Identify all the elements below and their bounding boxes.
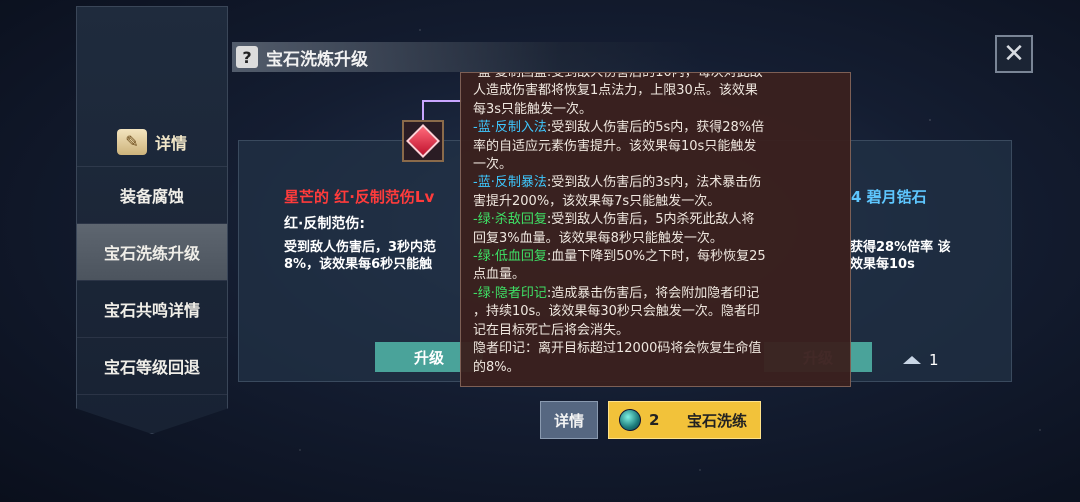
effect-text: 记在目标死亡后将会消失。 bbox=[473, 322, 630, 338]
sidebar-item-label: 装备腐蚀 bbox=[119, 187, 184, 206]
tooltip-line: -绿·低血回复:血量下降到50%之下时，每秒恢复25 bbox=[473, 248, 839, 266]
tooltip-line: 隐者印记：离开目标超过12000码将会恢复生命值 bbox=[473, 340, 839, 358]
detail-button[interactable]: 详情 bbox=[540, 401, 598, 439]
tooltip-line: 记在目标死亡后将会消失。 bbox=[473, 322, 839, 340]
sidebar-item-gem-refine-upgrade[interactable]: 宝石洗练升级 bbox=[77, 224, 227, 281]
tooltip-line: 每3s只能触发一次。 bbox=[473, 101, 839, 119]
sidebar-header: ✎ 详情 bbox=[77, 117, 227, 167]
effect-tag: -绿·隐者印记 bbox=[473, 285, 547, 301]
gem-slot[interactable] bbox=[402, 120, 444, 162]
effect-text: :受到敌人伤害后的5s内，获得28%倍 bbox=[546, 120, 765, 136]
sidebar-item-label: 宝石共鸣详情 bbox=[103, 301, 200, 320]
sidebar-item-gem-level-rollback[interactable]: 宝石等级回退 bbox=[77, 338, 227, 395]
close-icon: ✕ bbox=[1003, 39, 1025, 69]
help-icon[interactable]: ? bbox=[236, 46, 258, 68]
tooltip-line: 人造成伤害都将恢复1点法力，上限30点。该效果 bbox=[473, 82, 839, 100]
effect-text: 率的自适应元素伤害提升。该效果每10s只能触发 bbox=[473, 138, 757, 154]
effect-text: :受到敌人伤害后的3s内，法术暴击伤 bbox=[546, 175, 762, 191]
refine-cost: 2 bbox=[649, 411, 660, 429]
effect-text: :受到敌人伤害后，5内杀死此敌人将 bbox=[546, 212, 755, 228]
refine-button-label: 宝石洗练 bbox=[687, 411, 748, 430]
close-button[interactable]: ✕ bbox=[995, 35, 1033, 73]
refine-stone-icon bbox=[619, 409, 641, 431]
tooltip-line: 率的自适应元素伤害提升。该效果每10s只能触发 bbox=[473, 138, 839, 156]
tooltip-line: -蓝·反制入法:受到敌人伤害后的5s内，获得28%倍 bbox=[473, 119, 839, 137]
tooltip-line: 点血量。 bbox=[473, 266, 839, 284]
page-title: 宝石洗炼升级 bbox=[266, 49, 368, 70]
left-gem-description: 受到敌人伤害后，3秒内范 8%，该效果每6秒只能触 bbox=[284, 240, 437, 272]
gem-refine-button[interactable]: 2 宝石洗练 bbox=[608, 401, 761, 439]
right-gem-description: 获得28%倍率 该效果每10s bbox=[850, 240, 951, 272]
effect-text: 的8%。 bbox=[473, 359, 520, 375]
gem-effect-tooltip: -蓝·复制回蓝:受到敌人伤害后的10内，每次对此敌人造成伤害都将恢复1点法力，上… bbox=[460, 72, 851, 387]
effect-tag: -蓝·反制暴法 bbox=[473, 175, 547, 191]
tooltip-line: ，持续10s。该效果每30秒只会触发一次。隐者印 bbox=[473, 303, 839, 321]
sidebar-menu: ✎ 详情 装备腐蚀 宝石洗练升级 宝石共鸣详情 宝石等级回退 bbox=[77, 117, 227, 395]
effect-text: 回复3%血量。该效果每8秒只能触发一次。 bbox=[473, 230, 723, 246]
tooltip-line: -蓝·复制回蓝:受到敌人伤害后的10内，每次对此敌 bbox=[473, 72, 839, 82]
triangle-icon bbox=[903, 356, 921, 364]
gem-connector-line bbox=[422, 100, 462, 120]
material-count-value: 1 bbox=[929, 351, 939, 369]
left-gem-subtitle: 红·反制范伤: bbox=[284, 216, 365, 232]
effect-tag: -绿·低血回复 bbox=[473, 249, 547, 265]
effect-text: :血量下降到50%之下时，每秒恢复25 bbox=[546, 249, 766, 265]
effect-text: :造成暴击伤害后，将会附加隐者印记 bbox=[546, 285, 760, 301]
sidebar-item-label: 宝石洗练升级 bbox=[103, 244, 200, 263]
sidebar-item-label: 宝石等级回退 bbox=[103, 358, 200, 377]
effect-text: ，持续10s。该效果每30秒只会触发一次。隐者印 bbox=[473, 304, 760, 320]
right-gem-title: 4 碧月锆石 bbox=[851, 188, 927, 206]
scroll-icon: ✎ bbox=[116, 128, 147, 155]
effect-text: 害提升200%，该效果每7s只能触发一次。 bbox=[473, 193, 721, 209]
window-titlebar: ? 宝石洗炼升级 bbox=[232, 42, 702, 72]
sidebar-item-equipment-corrosion[interactable]: 装备腐蚀 bbox=[77, 167, 227, 224]
red-gem-icon bbox=[406, 124, 440, 158]
effect-text: 每3s只能触发一次。 bbox=[473, 101, 593, 117]
effect-text: 人造成伤害都将恢复1点法力，上限30点。该效果 bbox=[473, 83, 758, 99]
tooltip-line: -绿·隐者印记:造成暴击伤害后，将会附加隐者印记 bbox=[473, 285, 839, 303]
effect-text: 一次。 bbox=[473, 157, 513, 173]
tooltip-line: 一次。 bbox=[473, 156, 839, 174]
tooltip-line: 害提升200%，该效果每7s只能触发一次。 bbox=[473, 193, 839, 211]
material-count: 1 bbox=[903, 351, 939, 369]
sidebar-item-gem-resonance[interactable]: 宝石共鸣详情 bbox=[77, 281, 227, 338]
effect-tag: -蓝·反制入法 bbox=[473, 120, 547, 136]
effect-text: 点血量。 bbox=[473, 267, 526, 283]
tooltip-line: 的8%。 bbox=[473, 359, 839, 377]
effect-text: -蓝·复制回蓝:受到敌人伤害后的10内，每次对此敌 bbox=[473, 72, 763, 80]
tooltip-line: -绿·杀敌回复:受到敌人伤害后，5内杀死此敌人将 bbox=[473, 211, 839, 229]
effect-tag: -绿·杀敌回复 bbox=[473, 212, 547, 228]
sidebar-header-label: 详情 bbox=[154, 133, 187, 153]
left-gem-title: 星芒的 红·反制范伤Lv bbox=[284, 188, 435, 206]
effect-text: 隐者印记：离开目标超过12000码将会恢复生命值 bbox=[473, 341, 762, 357]
sidebar: ✎ 详情 装备腐蚀 宝石洗练升级 宝石共鸣详情 宝石等级回退 bbox=[76, 6, 228, 434]
tooltip-lines: -蓝·复制回蓝:受到敌人伤害后的10内，每次对此敌人造成伤害都将恢复1点法力，上… bbox=[473, 72, 839, 377]
tooltip-line: -蓝·反制暴法:受到敌人伤害后的3s内，法术暴击伤 bbox=[473, 174, 839, 192]
tooltip-line: 回复3%血量。该效果每8秒只能触发一次。 bbox=[473, 230, 839, 248]
